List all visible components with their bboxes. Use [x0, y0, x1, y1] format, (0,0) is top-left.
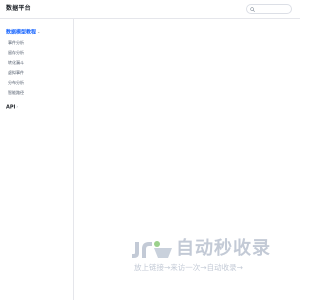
- sidebar-group-data-model[interactable]: 数据模型教程⌄: [6, 28, 40, 37]
- search-icon: [250, 7, 255, 12]
- sidebar-item-event-analysis[interactable]: 事件分析: [8, 40, 24, 46]
- sidebar-item-retention-analysis[interactable]: 留存分析: [8, 50, 24, 56]
- chevron-right-icon: ›: [16, 104, 19, 109]
- watermark-title: 自动秒收录: [176, 238, 271, 259]
- sidebar-group-api[interactable]: API›: [6, 103, 18, 112]
- watermark-logo-icon: [132, 241, 172, 258]
- sidebar-group-label: API: [6, 104, 16, 111]
- sidebar-item-distribution-analysis[interactable]: 分布分析: [8, 80, 24, 86]
- app-brand-title[interactable]: 数据平台: [6, 4, 31, 14]
- sidebar-nav: 数据模型教程⌄ 事件分析 留存分析 转化漏斗 虚拟事件 分布分析 智能路径 AP…: [0, 19, 74, 300]
- sidebar-item-conversion-funnel[interactable]: 转化漏斗: [8, 60, 24, 66]
- sidebar-item-virtual-events[interactable]: 虚拟事件: [8, 70, 24, 76]
- search-input[interactable]: [246, 4, 292, 14]
- watermark-subtitle: 放上链接→来访一次→自动收录→: [134, 263, 243, 272]
- sidebar-group-label: 数据模型教程: [6, 29, 37, 36]
- sidebar-item-smart-path[interactable]: 智能路径: [8, 90, 24, 96]
- top-header: 数据平台: [0, 0, 300, 19]
- watermark: 自动秒收录 放上链接→来访一次→自动收录→: [130, 238, 280, 278]
- chevron-down-icon: ⌄: [37, 29, 41, 34]
